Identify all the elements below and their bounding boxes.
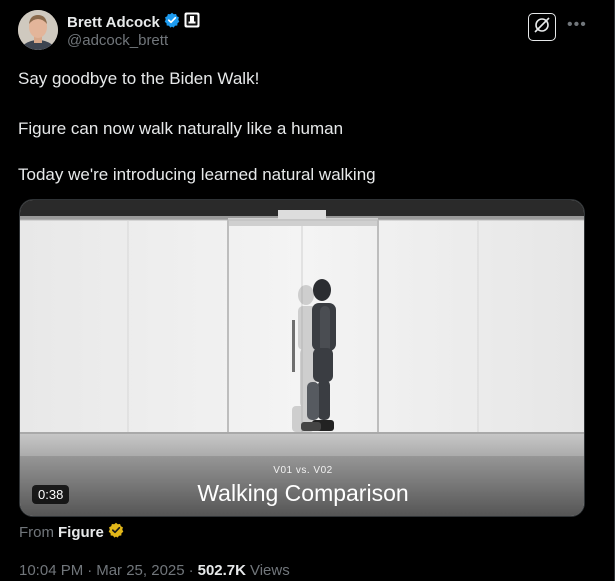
grok-icon [533, 16, 551, 39]
affiliate-badge-icon[interactable] [184, 12, 200, 33]
source-name[interactable]: Figure [58, 524, 104, 541]
name-row: Brett Adcock [67, 12, 200, 33]
tweet-text-line-1: Say goodbye to the Biden Walk! [18, 69, 260, 88]
tweet-time[interactable]: 10:04 PM [19, 562, 83, 579]
author-name[interactable]: Brett Adcock [67, 14, 160, 31]
grok-button[interactable] [528, 13, 556, 41]
gold-verified-badge-icon [108, 522, 124, 542]
video-player[interactable]: V01 vs. V02 Walking Comparison 0:38 [19, 199, 585, 517]
from-label: From [19, 523, 54, 541]
tweet-meta: 10:04 PM · Mar 25, 2025 · 502.7K Views [19, 562, 290, 579]
source-attribution: From Figure [19, 522, 124, 542]
more-icon: ••• [567, 16, 587, 33]
video-title: Walking Comparison [197, 480, 409, 506]
meta-separator: · [87, 562, 93, 579]
tweet-date[interactable]: Mar 25, 2025 [96, 562, 184, 579]
tweet-text-line-3: Today we're introducing learned natural … [18, 165, 376, 184]
author-handle[interactable]: @adcock_brett [67, 32, 168, 49]
views-count: 502.7K [197, 562, 246, 579]
video-duration-badge: 0:38 [32, 485, 70, 504]
tweet-text-line-2: Figure can now walk naturally like a hum… [18, 119, 344, 138]
tweet-header: Brett Adcock @adcock_brett ••• [18, 10, 598, 54]
meta-separator: · [188, 562, 194, 579]
views-label: Views [249, 562, 290, 579]
more-button[interactable]: ••• [567, 16, 587, 34]
verified-badge-icon [164, 12, 180, 33]
avatar[interactable] [18, 10, 58, 50]
video-subtitle: V01 vs. V02 [273, 465, 333, 476]
